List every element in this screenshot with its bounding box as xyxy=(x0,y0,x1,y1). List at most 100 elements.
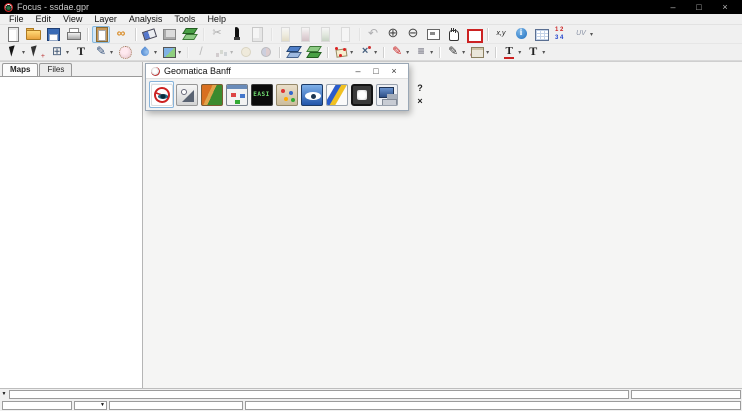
horizontal-scrollbar[interactable] xyxy=(9,390,629,399)
geomatica-logo-icon xyxy=(151,67,160,76)
tab-files[interactable]: Files xyxy=(39,63,72,76)
zoom-in-button[interactable]: ⊕ xyxy=(384,26,402,43)
highlight-tool[interactable] xyxy=(236,45,254,60)
exit-icon[interactable]: × xyxy=(414,95,426,108)
lut-infrequency-button[interactable] xyxy=(316,26,334,43)
modeler-icon[interactable] xyxy=(224,81,249,108)
menu-tools[interactable]: Tools xyxy=(168,14,201,25)
draw-pencil-tool[interactable]: ✎ xyxy=(444,45,466,60)
banff-minimize-button[interactable]: – xyxy=(349,66,367,76)
banff-launcher-buttons: EASI xyxy=(149,81,399,108)
minimize-button[interactable]: – xyxy=(660,0,686,14)
print-button[interactable] xyxy=(64,26,82,43)
raster-image-tool[interactable] xyxy=(160,45,182,60)
banff-title-bar[interactable]: Geomatica Banff – □ × xyxy=(146,64,408,79)
highlight-color-tool[interactable] xyxy=(256,45,274,60)
pointer-tool[interactable] xyxy=(4,45,26,60)
polygon-edit-tool[interactable] xyxy=(332,45,354,60)
panel-collapse-arrow[interactable]: ▼ xyxy=(0,390,8,399)
open-file-button[interactable] xyxy=(24,26,42,43)
menu-file[interactable]: File xyxy=(3,14,30,25)
toolbar-icon xyxy=(213,44,229,60)
attribute-table-button[interactable] xyxy=(532,26,550,43)
fly-icon[interactable] xyxy=(299,81,324,108)
banff-icon-art xyxy=(301,84,323,106)
profile-tool[interactable] xyxy=(212,45,234,60)
globe-projection-tool[interactable] xyxy=(116,45,134,60)
line-style-tool[interactable]: ≡ xyxy=(412,45,434,60)
new-area-button[interactable] xyxy=(160,26,178,43)
lower-layer-button[interactable] xyxy=(304,45,322,60)
map-view-canvas[interactable]: Geomatica Banff – □ × EASI xyxy=(143,62,742,388)
lut-none-button[interactable] xyxy=(336,26,354,43)
reload-view-button[interactable] xyxy=(248,26,266,43)
select-tool[interactable] xyxy=(28,45,46,60)
pan-button[interactable] xyxy=(444,26,462,43)
toolbar-icon xyxy=(337,26,353,42)
license-form-icon[interactable] xyxy=(402,95,414,108)
zoom-to-overview-button[interactable] xyxy=(424,26,442,43)
menu-edit[interactable]: Edit xyxy=(30,14,58,25)
scale-dropdown[interactable]: ▼ xyxy=(74,401,107,410)
line-tool[interactable]: / xyxy=(192,45,210,60)
layer-panel: MapsFiles xyxy=(0,62,143,388)
menu-view[interactable]: View xyxy=(57,14,88,25)
status-corner-field xyxy=(631,390,741,399)
toolbar-icon xyxy=(65,26,81,42)
toolbar-icon xyxy=(425,26,441,42)
chip-manager-icon[interactable] xyxy=(349,81,374,108)
measure-units-button[interactable]: UV xyxy=(572,26,594,43)
banff-maximize-button[interactable]: □ xyxy=(367,66,385,76)
text-annotation-tool[interactable]: T xyxy=(524,45,546,60)
paste-clipboard-button[interactable] xyxy=(92,26,110,43)
status-bar: ▼ xyxy=(0,400,742,411)
cursor-coordinates-button[interactable]: x,y xyxy=(492,26,510,43)
erase-edits-button[interactable] xyxy=(140,26,158,43)
tab-maps[interactable]: Maps xyxy=(2,63,38,76)
lut-equalize-button[interactable] xyxy=(296,26,314,43)
map-module-icon[interactable] xyxy=(199,81,224,108)
identify-info-button[interactable] xyxy=(512,26,530,43)
menu-analysis[interactable]: Analysis xyxy=(123,14,169,25)
maps-tree-panel[interactable] xyxy=(0,76,142,388)
menu-help[interactable]: Help xyxy=(201,14,232,25)
close-button[interactable]: × xyxy=(712,0,738,14)
enhancement-button[interactable] xyxy=(228,26,246,43)
raise-layer-button[interactable] xyxy=(284,45,302,60)
grid-north-tool[interactable]: ⊞ xyxy=(48,45,70,60)
banff-close-button[interactable]: × xyxy=(385,66,403,76)
link-button[interactable]: ∞ xyxy=(112,26,130,43)
maximize-button[interactable]: □ xyxy=(686,0,712,14)
help-icon[interactable]: ? xyxy=(414,82,426,95)
focus-application-window: Focus - ssdae.gpr – □ × FileEditViewLaye… xyxy=(0,0,742,411)
easi-icon[interactable]: EASI xyxy=(249,81,274,108)
autosync-icon[interactable] xyxy=(324,81,349,108)
numeric-values-button[interactable] xyxy=(552,26,570,43)
text-style-tool[interactable]: T xyxy=(500,45,522,60)
gcp-works-icon[interactable] xyxy=(274,81,299,108)
toolbar-icon xyxy=(93,26,109,42)
slope-pencil-tool[interactable]: ✎ xyxy=(388,45,410,60)
sketch-pencil-tool[interactable]: ✎ xyxy=(92,45,114,60)
banff-icon-art xyxy=(176,84,198,106)
clip-region-tool[interactable] xyxy=(468,45,490,60)
save-project-button[interactable] xyxy=(44,26,62,43)
focus-icon[interactable] xyxy=(149,81,174,108)
orthoengine-icon[interactable] xyxy=(174,81,199,108)
cut-button[interactable]: ✂ xyxy=(208,26,226,43)
toolbar-icon xyxy=(45,26,61,42)
file-transfer-icon[interactable] xyxy=(374,81,399,108)
toolbar-icon: ✎ xyxy=(445,44,461,60)
fill-style-tool[interactable] xyxy=(136,45,158,60)
lut-linear-button[interactable] xyxy=(276,26,294,43)
menu-layer[interactable]: Layer xyxy=(88,14,123,25)
previous-view-button[interactable]: ↶ xyxy=(364,26,382,43)
text-tool[interactable]: T xyxy=(72,45,90,60)
attach-icon[interactable] xyxy=(402,82,414,95)
zoom-out-button[interactable]: ⊖ xyxy=(404,26,422,43)
new-project-button[interactable] xyxy=(4,26,22,43)
add-layer-button[interactable] xyxy=(180,26,198,43)
zoom-to-map-button[interactable] xyxy=(464,26,482,43)
break-vertices-tool[interactable]: × xyxy=(356,45,378,60)
title-bar: Focus - ssdae.gpr – □ × xyxy=(0,0,742,14)
